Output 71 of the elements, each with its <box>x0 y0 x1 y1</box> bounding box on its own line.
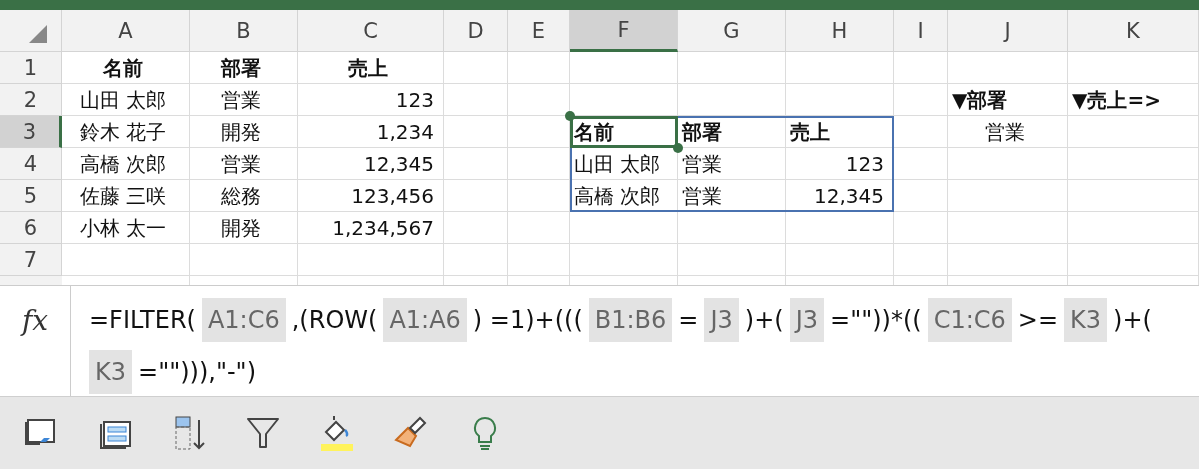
cell-reference: C1:C6 <box>927 298 1012 342</box>
row-header[interactable]: 4 <box>0 148 62 180</box>
table-cell[interactable]: 123 <box>786 148 894 180</box>
table-cell[interactable]: ▼売上=> <box>1068 84 1199 116</box>
formula-text: )+( <box>744 306 784 334</box>
column-header[interactable]: J <box>948 10 1068 52</box>
column-header[interactable]: B <box>190 10 298 52</box>
table-cell[interactable]: 営業 <box>190 84 298 116</box>
table-cell[interactable]: 開発 <box>190 116 298 148</box>
cell-reference: A1:A6 <box>383 298 467 342</box>
selection-handle[interactable] <box>673 143 683 153</box>
table-cell[interactable]: 123 <box>298 84 444 116</box>
table-cell[interactable]: 1,234 <box>298 116 444 148</box>
table-cell[interactable]: 名前 <box>570 116 678 148</box>
column-header[interactable]: E <box>508 10 570 52</box>
table-cell[interactable]: 高橋 次郎 <box>62 148 190 180</box>
formula-text: =FILTER( <box>89 306 196 334</box>
table-cell[interactable]: 営業 <box>948 116 1068 148</box>
select-all-button[interactable] <box>0 10 62 52</box>
formula-text: )+( <box>1113 306 1152 334</box>
formula-text: ) =1)+((( <box>472 306 583 334</box>
row-header[interactable]: 6 <box>0 212 62 244</box>
table-cell[interactable]: 山田 太郎 <box>570 148 678 180</box>
table-cell[interactable]: 売上 <box>298 52 444 84</box>
row-header[interactable]: 7 <box>0 244 62 276</box>
table-cell[interactable]: 12,345 <box>786 180 894 212</box>
column-header[interactable]: A <box>62 10 190 52</box>
function-label[interactable]: fx <box>21 304 49 338</box>
table-cell[interactable]: 営業 <box>678 148 786 180</box>
cell-reference: A1:C6 <box>201 298 286 342</box>
table-cell[interactable]: 売上 <box>786 116 894 148</box>
table-cell[interactable]: 1,234,567 <box>298 212 444 244</box>
fill-color-icon[interactable] <box>318 414 356 452</box>
column-header[interactable]: K <box>1068 10 1199 52</box>
formula-text: =""))*(( <box>830 306 922 334</box>
cell-reference: K3 <box>1064 298 1108 342</box>
row-header[interactable]: 5 <box>0 180 62 212</box>
table-cell[interactable]: 営業 <box>190 148 298 180</box>
column-header[interactable]: I <box>894 10 948 52</box>
table-cell[interactable]: 鈴木 花子 <box>62 116 190 148</box>
column-header[interactable]: H <box>786 10 894 52</box>
row-header[interactable]: 2 <box>0 84 62 116</box>
formula-text: =""))),"-") <box>138 358 257 386</box>
column-header[interactable]: F <box>570 10 678 52</box>
selection-handle[interactable] <box>565 111 575 121</box>
table-cell[interactable]: 12,345 <box>298 148 444 180</box>
select-all-icon[interactable] <box>29 25 47 43</box>
table-cell[interactable]: ▼部署 <box>948 84 1068 116</box>
table-cell[interactable]: 部署 <box>190 52 298 84</box>
formula-text: >= <box>1017 306 1059 334</box>
cell-reference: J3 <box>789 298 825 342</box>
formula-text: = <box>678 306 699 334</box>
row-header[interactable]: 1 <box>0 52 62 84</box>
table-cell[interactable]: 小林 太一 <box>62 212 190 244</box>
table-cell[interactable]: 営業 <box>678 180 786 212</box>
column-header[interactable]: G <box>678 10 786 52</box>
table-cell[interactable]: 山田 太郎 <box>62 84 190 116</box>
row-header[interactable]: 3 <box>0 116 62 148</box>
formula-text: ,(ROW( <box>291 306 378 334</box>
cell-reference: J3 <box>704 298 739 342</box>
table-cell[interactable]: 総務 <box>190 180 298 212</box>
table-cell[interactable]: 部署 <box>678 116 786 148</box>
table-cell[interactable]: 高橋 次郎 <box>570 180 678 212</box>
table-cell[interactable]: 佐藤 三咲 <box>62 180 190 212</box>
cell-reference: B1:B6 <box>588 298 673 342</box>
column-header[interactable]: D <box>444 10 508 52</box>
cell-reference: K3 <box>89 350 132 394</box>
table-cell[interactable]: 名前 <box>62 52 190 84</box>
table-cell[interactable]: 123,456 <box>298 180 444 212</box>
column-header[interactable]: C <box>298 10 444 52</box>
table-cell[interactable]: 開発 <box>190 212 298 244</box>
